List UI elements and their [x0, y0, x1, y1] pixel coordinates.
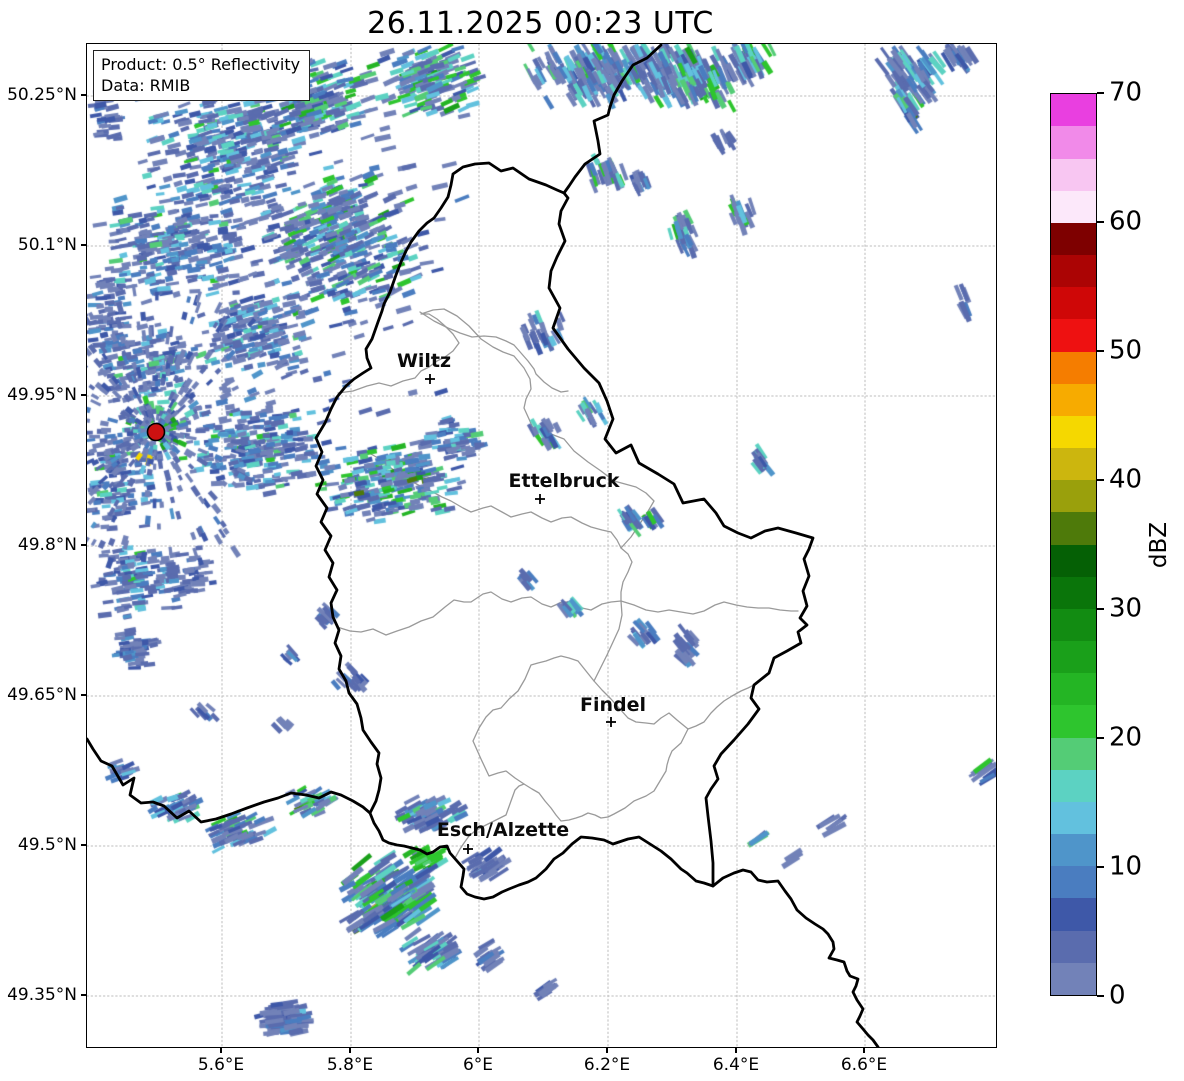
product-info-line1: Product: 0.5° Reflectivity [101, 55, 301, 74]
x-axis-tick-mark [863, 1047, 865, 1053]
colorbar-segment [1051, 898, 1096, 931]
colorbar-segment [1051, 415, 1096, 449]
y-axis-tick-mark [81, 844, 86, 846]
colorbar-segment [1051, 255, 1096, 288]
colorbar-segment [1051, 737, 1096, 770]
colorbar-tick-label: 30 [1109, 593, 1143, 624]
colorbar-segment [1051, 351, 1096, 384]
colorbar-segment [1051, 834, 1096, 867]
colorbar [1050, 93, 1097, 996]
y-axis-tick-label: 50.25°N [7, 85, 77, 105]
y-axis-tick-mark [81, 94, 86, 96]
product-info-line2: Data: RMIB [101, 76, 191, 96]
y-axis-tick-label: 49.5°N [17, 835, 77, 855]
x-axis-tick-label: 6°E [462, 1055, 494, 1075]
colorbar-segment [1051, 673, 1096, 706]
x-axis-tick-mark [477, 1047, 479, 1053]
country-border-france-belgium [87, 737, 372, 824]
country-border-belgium-germany [562, 44, 663, 195]
timestamp-title: 26.11.2025 00:23 UTC [367, 6, 714, 41]
colorbar-tick-mark [1097, 737, 1104, 739]
y-axis-tick-mark [81, 394, 86, 396]
y-axis-tick-label: 49.65°N [7, 685, 77, 705]
colorbar-segment [1051, 866, 1096, 899]
colorbar-segment [1051, 544, 1096, 577]
colorbar-segment [1051, 319, 1096, 352]
city-marker [463, 844, 473, 854]
colorbar-segment [1051, 962, 1096, 995]
colorbar-segment [1051, 126, 1096, 159]
y-axis-tick-label: 49.8°N [17, 535, 77, 555]
y-axis-tick-label: 49.35°N [7, 985, 77, 1005]
y-axis-tick-label: 50.1°N [17, 235, 77, 255]
colorbar-segment [1051, 512, 1096, 545]
colorbar-segment [1051, 158, 1096, 191]
city-marker [425, 374, 435, 384]
city-label-esch-alzette: Esch/Alzette [436, 819, 570, 841]
colorbar-tick-mark [1097, 350, 1104, 352]
country-border-france-germany [711, 868, 880, 1047]
x-axis-tick-label: 6.6°E [840, 1055, 888, 1075]
colorbar-segment [1051, 94, 1096, 127]
colorbar-segment [1051, 705, 1096, 738]
colorbar-segment [1051, 480, 1096, 513]
x-axis-tick-mark [606, 1047, 608, 1053]
colorbar-tick-label: 60 [1109, 206, 1143, 237]
city-label-wiltz: Wiltz [396, 350, 452, 372]
colorbar-segment [1051, 190, 1096, 223]
colorbar-tick-mark [1097, 221, 1104, 223]
colorbar-tick-mark [1097, 995, 1104, 997]
map-plot-area: Product: 0.5° Reflectivity Data: RMIB [86, 43, 997, 1048]
colorbar-tick-mark [1097, 866, 1104, 868]
colorbar-segment [1051, 641, 1096, 674]
x-axis-tick-mark [220, 1047, 222, 1053]
colorbar-segment [1051, 287, 1096, 320]
x-axis-tick-label: 6.4°E [712, 1055, 760, 1075]
colorbar-segment [1051, 576, 1096, 609]
country-border-luxembourg [314, 161, 815, 901]
x-axis-tick-label: 5.6°E [197, 1055, 245, 1075]
colorbar-segment [1051, 801, 1096, 835]
radar-site-dot [146, 422, 166, 442]
y-axis-tick-mark [81, 994, 86, 996]
x-axis-tick-label: 5.8°E [326, 1055, 374, 1075]
y-axis-tick-mark [81, 244, 86, 246]
y-axis-tick-mark [81, 694, 86, 696]
colorbar-segment [1051, 448, 1096, 481]
city-label-findel: Findel [579, 694, 647, 716]
colorbar-tick-label: 10 [1109, 851, 1143, 882]
radar-map-page: 26.11.2025 00:23 UTC Product: 0.5° Refle… [0, 0, 1184, 1081]
colorbar-tick-mark [1097, 608, 1104, 610]
y-axis-tick-mark [81, 544, 86, 546]
colorbar-tick-mark [1097, 479, 1104, 481]
colorbar-segment [1051, 383, 1096, 416]
product-info-box: Product: 0.5° Reflectivity Data: RMIB [93, 50, 311, 102]
x-axis-tick-label: 6.2°E [583, 1055, 631, 1075]
colorbar-axis-label: dBZ [1146, 521, 1172, 568]
colorbar-tick-label: 20 [1109, 722, 1143, 753]
colorbar-segment [1051, 930, 1096, 963]
colorbar-tick-label: 70 [1109, 77, 1143, 108]
city-marker [535, 494, 545, 504]
colorbar-segment [1051, 608, 1096, 642]
colorbar-tick-mark [1097, 92, 1104, 94]
colorbar-segment [1051, 222, 1096, 256]
colorbar-segment [1051, 769, 1096, 802]
colorbar-tick-label: 50 [1109, 335, 1143, 366]
x-axis-tick-mark [349, 1047, 351, 1053]
city-marker [606, 717, 616, 727]
y-axis-tick-label: 49.95°N [7, 385, 77, 405]
colorbar-tick-label: 0 [1109, 980, 1126, 1011]
border-layer [87, 44, 880, 1047]
x-axis-tick-mark [735, 1047, 737, 1053]
city-label-ettelbruck: Ettelbruck [508, 470, 620, 492]
colorbar-tick-label: 40 [1109, 464, 1143, 495]
